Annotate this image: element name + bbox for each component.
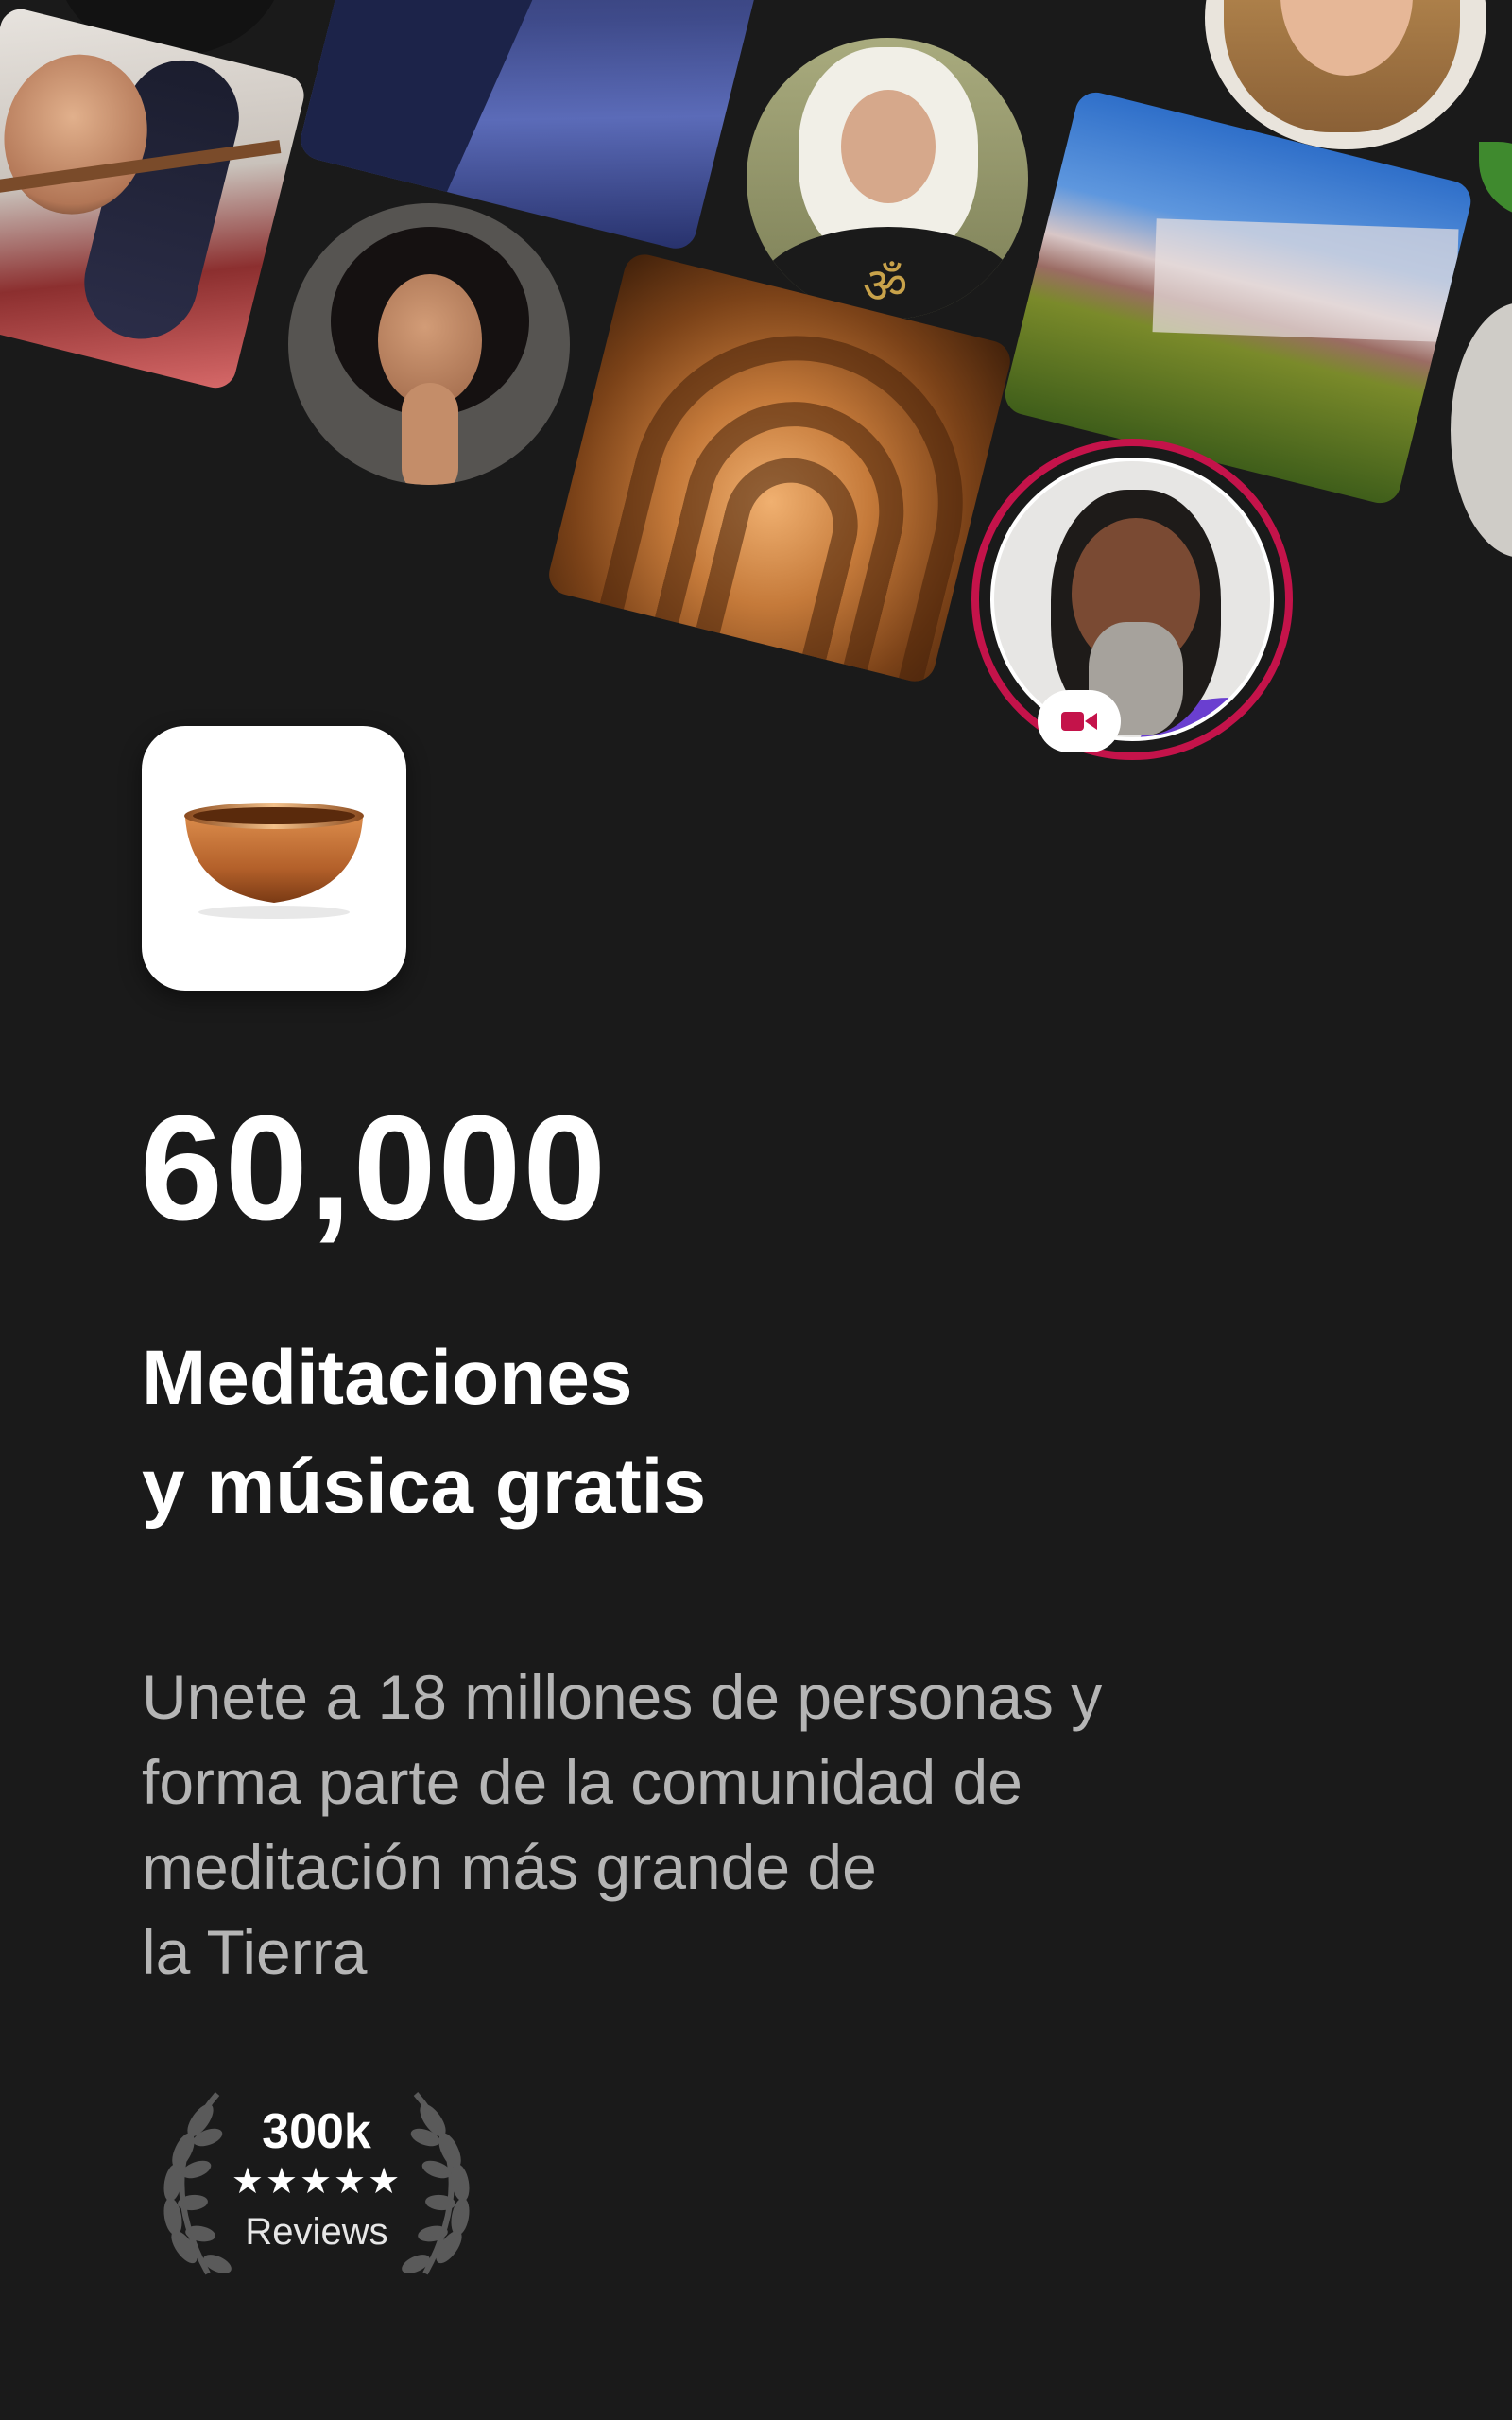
title-line: y música gratis [142,1443,707,1530]
title-line: Meditaciones [142,1335,633,1421]
smiling-woman-avatar [1205,0,1486,149]
featured-teacher-photo [990,458,1274,741]
video-camera-icon [1061,712,1097,731]
video-badge [1038,690,1121,752]
singing-bowl-icon [184,803,364,919]
description-line: Unete a 18 millones de personas y [142,1662,1103,1732]
meditating-woman-avatar [288,203,570,485]
page-title: Meditaciones y música gratis [142,1323,706,1541]
description-line: forma parte de la comunidad de [142,1747,1022,1817]
violinist-photo-tile [0,5,309,392]
app-logo-icon [142,726,406,991]
reviews-badge: 300k ★★★★★ Reviews [142,2084,491,2283]
mountain-forest-photo-tile [1001,88,1475,508]
white-haired-teacher-avatar: ॐ [747,38,1028,320]
om-symbol-icon: ॐ [863,258,908,315]
portrait-avatar-edge [1451,302,1512,558]
description-text: Unete a 18 millones de personas y forma … [142,1654,1102,1995]
featured-teacher-live-avatar[interactable] [971,439,1293,760]
teacher-collage: ॐ [0,0,1512,775]
sea-cliffs-photo-tile [296,0,763,253]
description-line: meditación más grande de [142,1832,877,1902]
leaf-photo-fragment [1479,142,1512,217]
description-line: la Tierra [142,1917,368,1987]
laurel-right-icon [402,2092,470,2275]
meditation-count: 60,000 [140,1085,609,1252]
